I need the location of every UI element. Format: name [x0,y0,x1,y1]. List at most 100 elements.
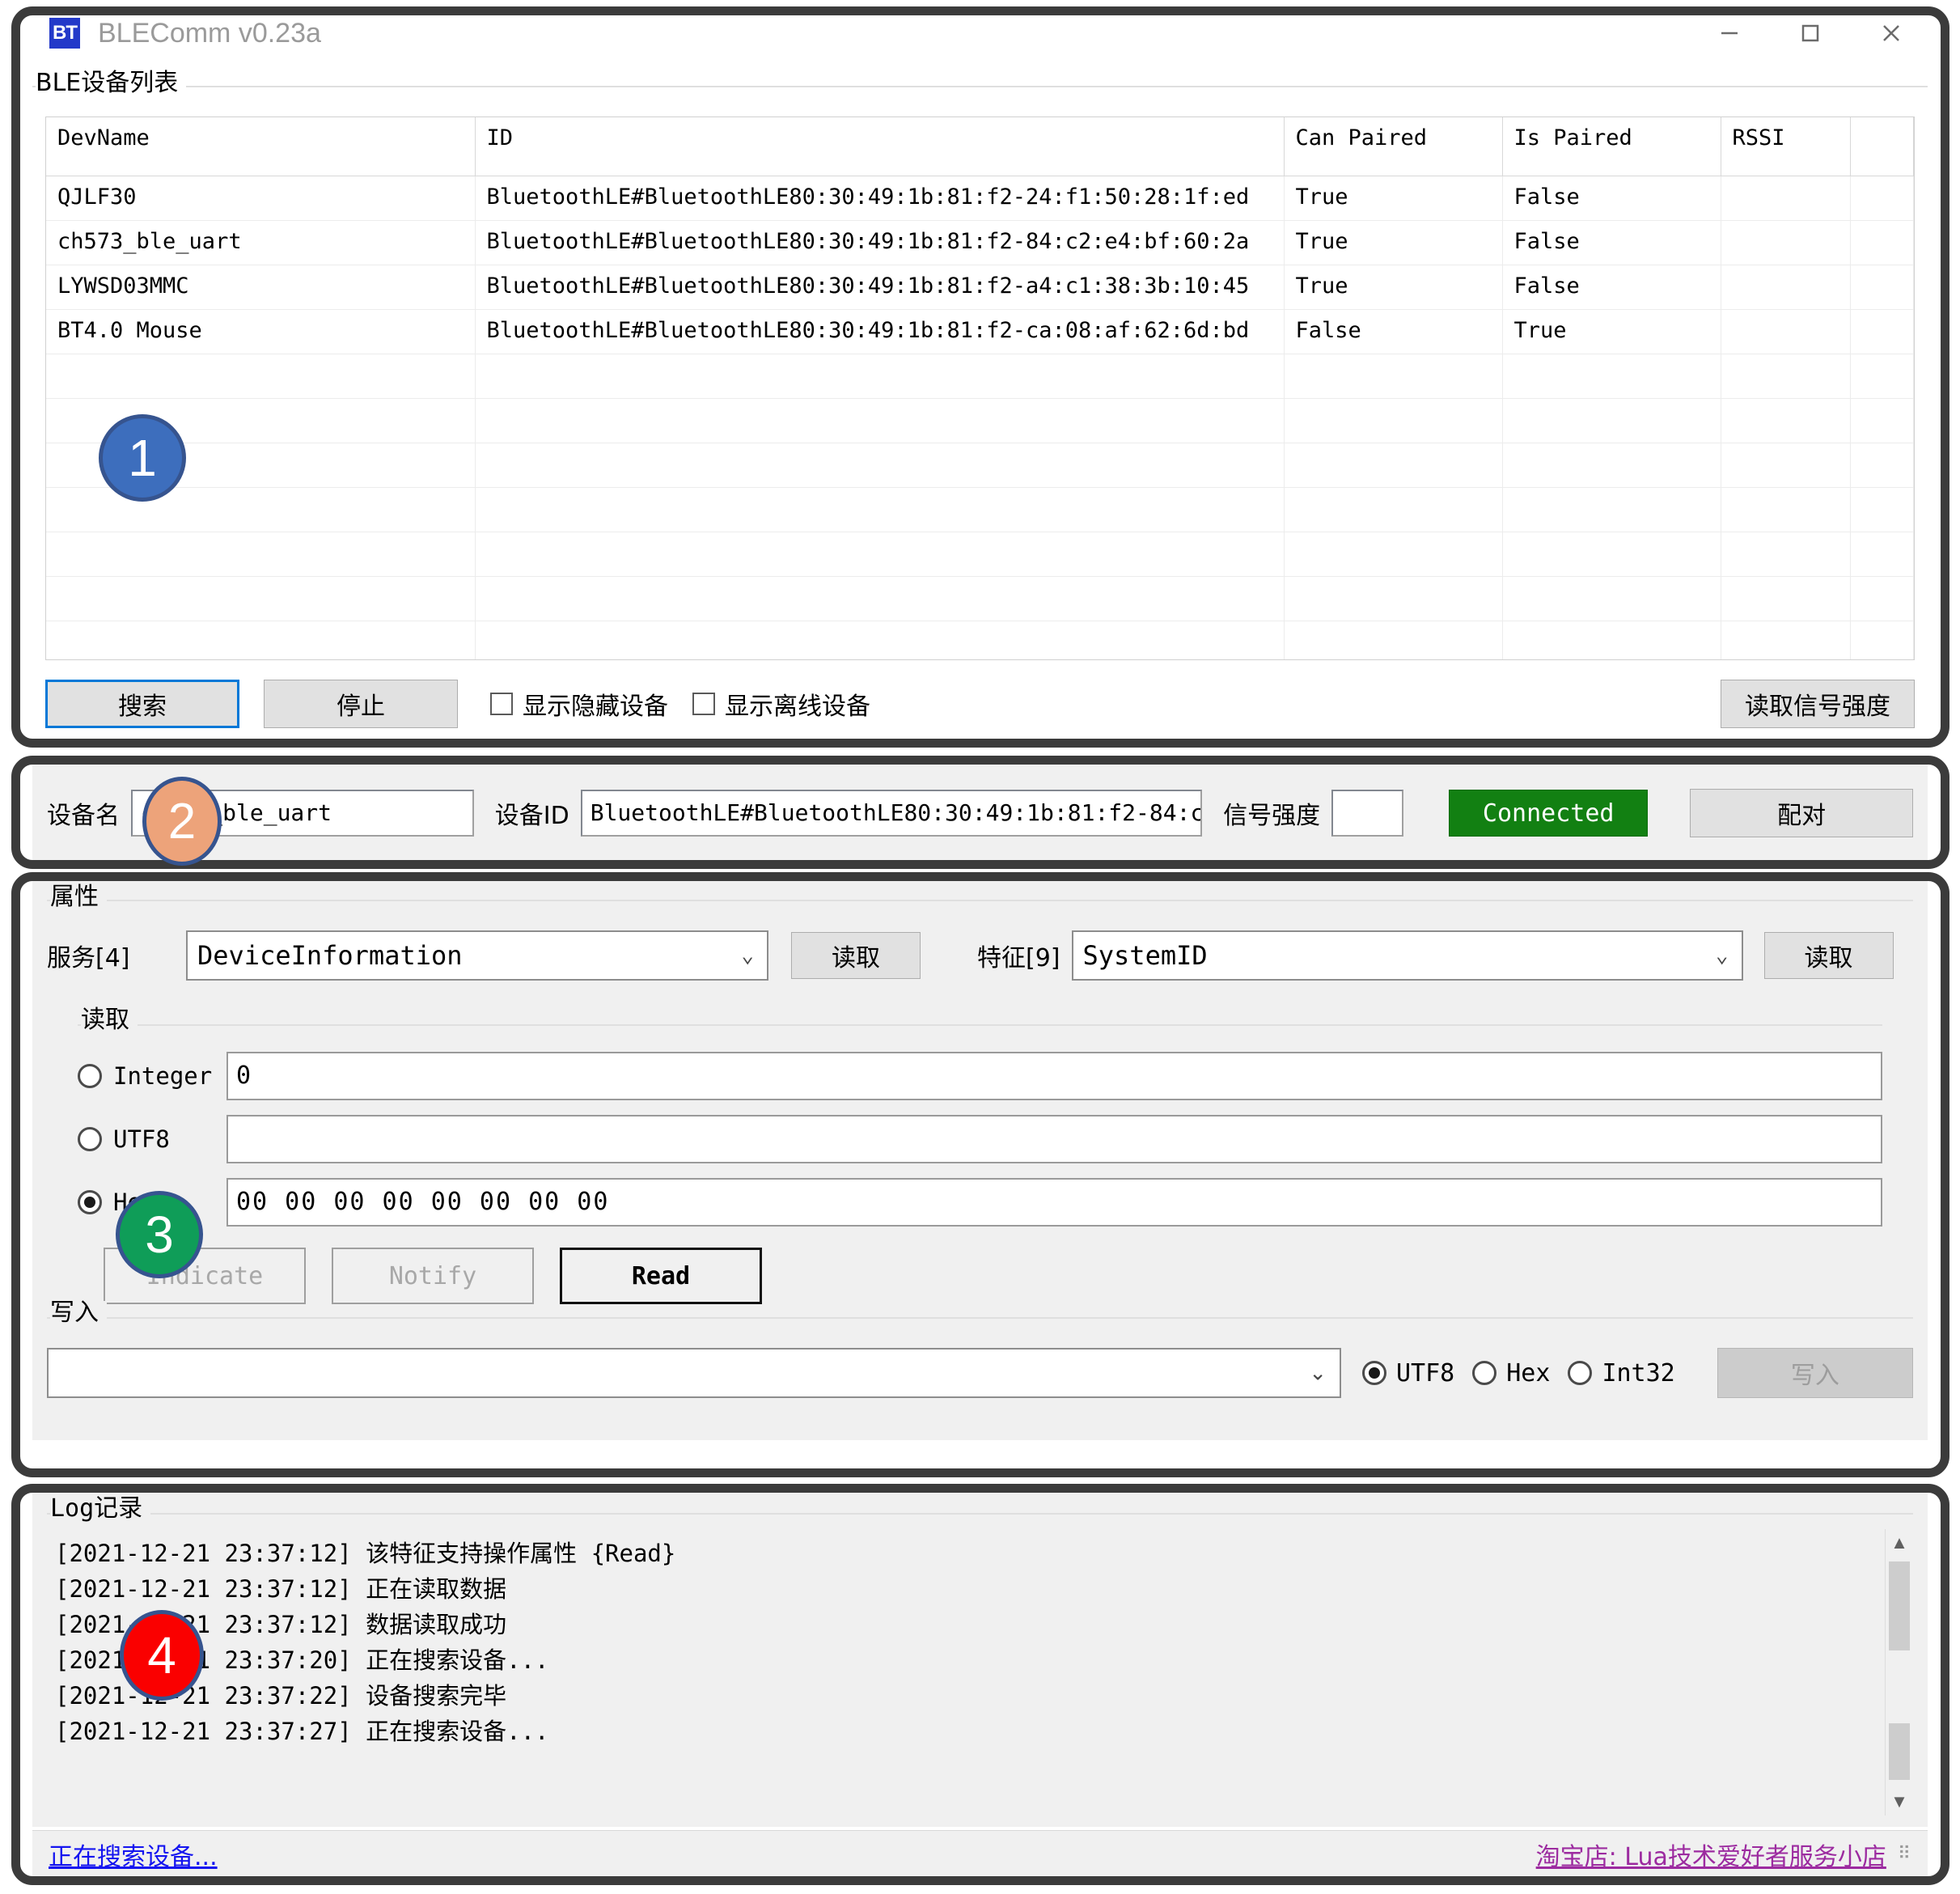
column-header-devname[interactable]: DevName [46,117,476,176]
log-scrollbar[interactable]: ▲ ▼ [1885,1529,1913,1816]
log-group: Log记录 [2021-12-21 23:37:12] 该特征支持操作属性 {R… [47,1497,1913,1819]
app-icon: BT [49,18,80,49]
window-title: BLEComm v0.23a [98,17,321,49]
table-row-empty [46,398,1914,443]
table-row-empty [46,487,1914,532]
characteristic-read-button[interactable]: 读取 [1763,932,1894,979]
cell-can-paired: True [1284,220,1503,265]
annotation-badge-1: 1 [99,414,186,502]
scroll-down-icon[interactable]: ▼ [1886,1788,1913,1816]
radio-write-hex[interactable] [1472,1361,1497,1385]
ble-list-group-label: BLE设备列表 [36,71,187,95]
column-header-can-paired[interactable]: Can Paired [1284,117,1503,176]
log-line: [2021-12-21 23:37:12] 正在读取数据 [55,1575,507,1603]
properties-section: 属性 服务[4] DeviceInformation ⌄ 读取 特征[9] Sy… [32,874,1928,1440]
device-list-toolbar: 搜索 停止 显示隐藏设备 显示离线设备 读取信号强度 [45,678,1915,730]
properties-group: 属性 服务[4] DeviceInformation ⌄ 读取 特征[9] Sy… [47,885,1913,981]
read-action-button[interactable]: Read [560,1248,762,1304]
cell-devname: QJLF30 [46,176,476,221]
read-hex-value[interactable]: 00 00 00 00 00 00 00 00 [226,1178,1882,1227]
write-mode-int32[interactable]: Int32 [1568,1359,1689,1388]
service-read-button[interactable]: 读取 [791,932,921,979]
read-group-label: 读取 [81,1008,138,1032]
minimize-icon[interactable] [1689,11,1770,56]
close-icon[interactable] [1851,11,1932,56]
cell-is-paired: False [1502,176,1721,221]
table-row[interactable]: QJLF30 BluetoothLE#BluetoothLE80:30:49:1… [46,176,1914,221]
radio-hex[interactable] [78,1190,102,1214]
read-mode-hex-row: Hex 00 00 00 00 00 00 00 00 [78,1178,1882,1227]
log-section: Log记录 [2021-12-21 23:37:12] 该特征支持操作属性 {R… [32,1487,1928,1827]
write-row: ⌄ UTF8 Hex Int32 写入 [47,1348,1913,1398]
properties-group-label: 属性 [50,885,107,909]
log-line: [2021-12-21 23:37:12] 该特征支持操作属性 {Read} [55,1540,676,1567]
read-mode-integer-label: Integer [113,1062,213,1090]
device-table[interactable]: DevName ID Can Paired Is Paired RSSI QJL… [45,117,1915,660]
read-integer-value[interactable]: 0 [226,1052,1882,1100]
stop-button[interactable]: 停止 [264,680,458,728]
pair-button[interactable]: 配对 [1690,789,1913,837]
radio-write-int32[interactable] [1568,1361,1593,1385]
show-hidden-label: 显示隐藏设备 [523,693,668,721]
scrollbar-thumb-lower[interactable] [1889,1723,1910,1780]
cell-id: BluetoothLE#BluetoothLE80:30:49:1b:81:f2… [475,176,1285,221]
table-row[interactable]: BT4.0 Mouse BluetoothLE#BluetoothLE80:30… [46,309,1914,354]
column-header-is-paired[interactable]: Is Paired [1502,117,1721,176]
status-bar: 正在搜索设备... 淘宝店: Lua技术爱好者服务小店 ⠿ [32,1830,1928,1877]
characteristic-select[interactable]: SystemID ⌄ [1071,930,1743,981]
cell-is-paired: False [1502,265,1721,310]
table-row-empty [46,621,1914,659]
notify-button[interactable]: Notify [332,1248,534,1304]
table-header-row: DevName ID Can Paired Is Paired RSSI [46,117,1914,176]
write-mode-utf8[interactable]: UTF8 [1362,1359,1469,1388]
cell-devname: BT4.0 Mouse [46,309,476,354]
rssi-label: 信号强度 [1223,802,1321,830]
write-value-combo[interactable]: ⌄ [47,1348,1341,1398]
cell-id: BluetoothLE#BluetoothLE80:30:49:1b:81:f2… [475,309,1285,354]
radio-integer[interactable] [78,1064,102,1088]
cell-rssi [1721,265,1851,310]
read-utf8-value[interactable] [226,1115,1882,1163]
scroll-up-icon[interactable]: ▲ [1886,1529,1913,1557]
show-offline-devices-checkbox[interactable]: 显示离线设备 [692,686,870,722]
write-mode-utf8-label: UTF8 [1396,1358,1455,1388]
cell-pad [1850,176,1914,221]
read-rssi-button[interactable]: 读取信号强度 [1721,680,1915,728]
title-bar: BT BLEComm v0.23a [28,8,1932,58]
log-list[interactable]: [2021-12-21 23:37:12] 该特征支持操作属性 {Read} [… [55,1536,1879,1816]
shop-link[interactable]: 淘宝店: Lua技术爱好者服务小店 [1536,1837,1886,1872]
rssi-input[interactable] [1331,790,1404,837]
status-message[interactable]: 正在搜索设备... [49,1837,218,1872]
show-hidden-devices-checkbox[interactable]: 显示隐藏设备 [490,686,668,722]
table-row[interactable]: LYWSD03MMC BluetoothLE#BluetoothLE80:30:… [46,265,1914,310]
resize-grip-icon[interactable]: ⠿ [1898,1844,1911,1864]
radio-write-utf8[interactable] [1362,1361,1386,1385]
cell-can-paired: False [1284,309,1503,354]
write-button[interactable]: 写入 [1717,1348,1913,1398]
read-group: 读取 Integer 0 UTF8 Hex 00 00 00 00 00 00 … [78,1008,1882,1304]
table-row-empty [46,576,1914,621]
radio-utf8[interactable] [78,1127,102,1151]
device-info-bar: 设备名 ch573_ble_uart 设备ID BluetoothLE#Blue… [32,765,1928,862]
table-row[interactable]: ch573_ble_uart BluetoothLE#BluetoothLE80… [46,220,1914,265]
service-select[interactable]: DeviceInformation ⌄ [186,930,768,981]
maximize-icon[interactable] [1770,11,1851,56]
chevron-down-icon: ⌄ [1309,1360,1327,1385]
cell-can-paired: True [1284,176,1503,221]
read-mode-utf8-label: UTF8 [113,1125,170,1153]
device-id-input[interactable]: BluetoothLE#BluetoothLE80:30:49:1b:81:f2… [580,790,1203,837]
cell-rssi [1721,309,1851,354]
search-button[interactable]: 搜索 [45,680,239,728]
device-name-label: 设备名 [47,802,120,830]
scrollbar-thumb[interactable] [1889,1561,1910,1650]
cell-pad [1850,220,1914,265]
write-value-text [49,1358,58,1387]
service-label: 服务[4] [47,944,130,972]
ble-device-list-group: BLE设备列表 DevName ID Can Paired Is Paired … [32,71,1928,736]
write-mode-hex-label: Hex [1506,1358,1551,1388]
column-header-rssi[interactable]: RSSI [1721,117,1851,176]
column-header-id[interactable]: ID [475,117,1285,176]
write-mode-hex[interactable]: Hex [1472,1359,1564,1388]
app-window: BT BLEComm v0.23a BLE设备列表 DevName ID Can… [0,0,1960,1894]
annotation-badge-3: 3 [116,1191,203,1278]
